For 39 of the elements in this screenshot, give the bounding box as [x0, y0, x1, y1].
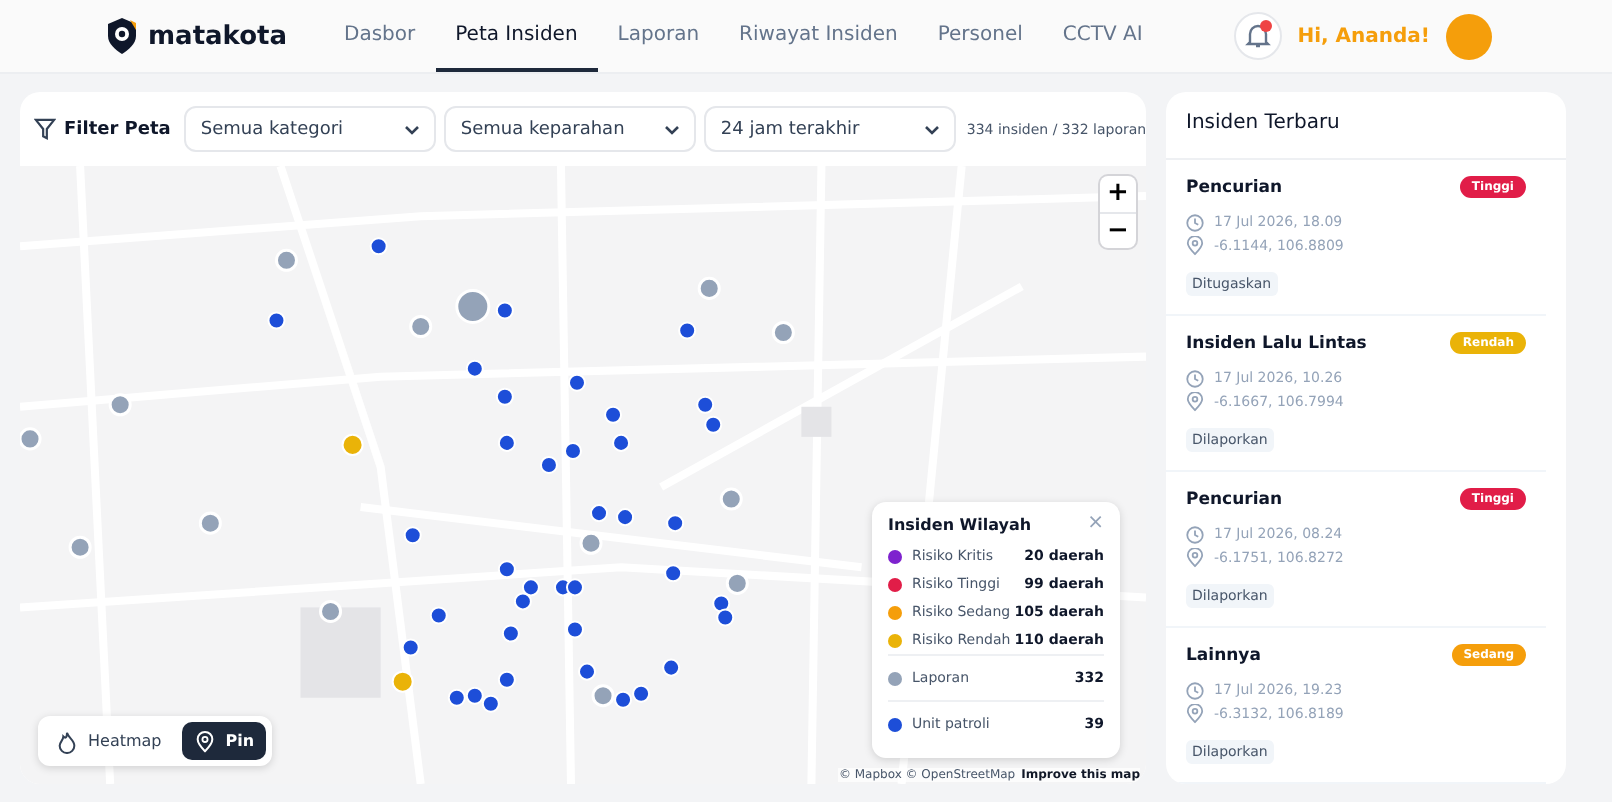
legend-title: Insiden Wilayah — [888, 515, 1032, 533]
nav-tab[interactable]: Laporan — [597, 0, 720, 72]
nav-tab[interactable]: CCTV AI — [1042, 0, 1163, 72]
dropdown[interactable]: 24 jam terakhir — [704, 106, 957, 152]
pin-view-button[interactable]: Pin — [181, 722, 267, 760]
filter-label: Filter Peta — [64, 119, 171, 139]
chevron-down-icon — [664, 121, 681, 137]
incident-title: Pencurian — [1186, 489, 1283, 509]
incident-title: Pencurian — [1186, 177, 1283, 197]
nav-tab[interactable]: Dasbor — [324, 0, 436, 72]
incident-title: Lainnya — [1186, 645, 1261, 665]
greeting: Hi, Ananda! — [1297, 25, 1430, 47]
pin-icon — [1186, 236, 1204, 256]
chevron-down-icon — [404, 121, 421, 137]
pin-icon — [1186, 704, 1204, 724]
clock-icon — [1186, 681, 1204, 699]
pin-icon — [1186, 548, 1204, 568]
bell-icon — [1243, 22, 1272, 50]
logo-icon — [104, 16, 140, 56]
flame-icon — [56, 729, 78, 753]
brand-name: matakota — [148, 21, 288, 51]
heatmap-view-button[interactable]: Heatmap — [44, 722, 174, 760]
pin-icon — [193, 729, 216, 753]
incident-title: Insiden Lalu Lintas — [1186, 333, 1367, 353]
zoom-out-button[interactable]: − — [1100, 212, 1136, 248]
zoom-in-button[interactable]: + — [1100, 176, 1136, 212]
nav-tab[interactable]: Riwayat Insiden — [719, 0, 918, 72]
chevron-down-icon — [924, 121, 941, 137]
clock-icon — [1186, 369, 1204, 387]
filter-icon — [34, 118, 56, 140]
panel-title: Insiden Terbaru — [1166, 92, 1566, 160]
dropdown[interactable]: Semua keparahan — [444, 106, 697, 152]
pin-icon — [1186, 392, 1204, 412]
clock-icon — [1186, 525, 1204, 543]
notification-button[interactable] — [1233, 12, 1282, 60]
nav-tab[interactable]: Peta Insiden — [435, 0, 598, 72]
clock-icon — [1186, 213, 1204, 231]
nav-tab[interactable]: Personel — [917, 0, 1043, 72]
dropdown[interactable]: Semua kategori — [184, 106, 437, 152]
